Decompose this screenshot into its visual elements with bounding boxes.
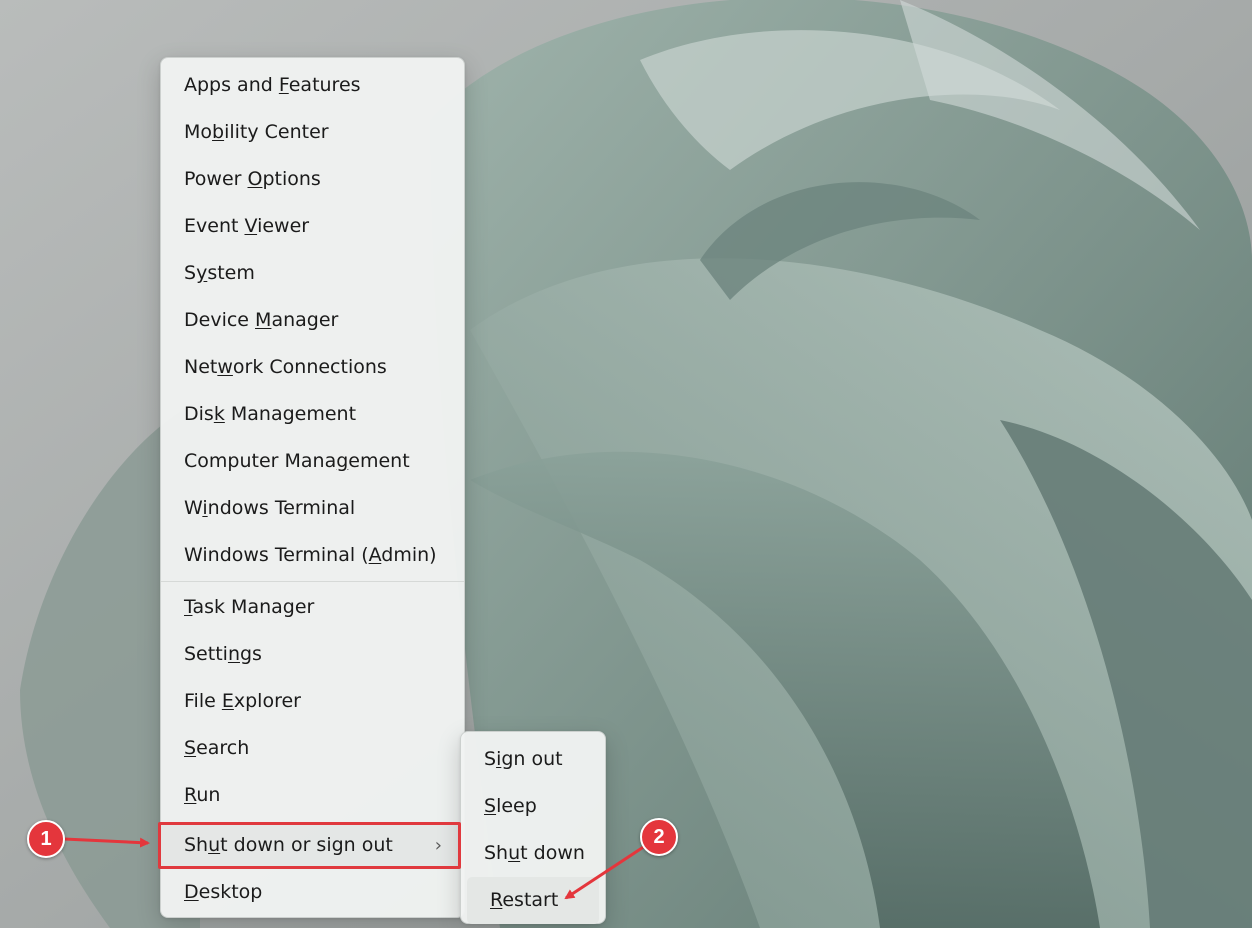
label-part: S bbox=[184, 262, 197, 284]
label-part: Device bbox=[184, 309, 256, 331]
label-part: gn out bbox=[501, 748, 563, 770]
menu-item-device-manager[interactable]: Device Manager bbox=[161, 297, 464, 344]
label-part: dmin) bbox=[381, 544, 437, 566]
menu-item-run[interactable]: Run bbox=[161, 772, 464, 819]
chevron-right-icon: › bbox=[434, 835, 442, 856]
label-part: Event bbox=[184, 215, 245, 237]
menu-item-system[interactable]: System bbox=[161, 250, 464, 297]
access-key: u bbox=[508, 842, 521, 864]
menu-item-network-connections[interactable]: Network Connections bbox=[161, 344, 464, 391]
menu-item-power-options[interactable]: Power Options bbox=[161, 156, 464, 203]
menu-item-windows-terminal-admin[interactable]: Windows Terminal (Admin) bbox=[161, 532, 464, 579]
label-part: earch bbox=[196, 737, 250, 759]
access-key: O bbox=[247, 168, 263, 190]
menu-separator bbox=[161, 581, 464, 582]
label-part: ement bbox=[348, 450, 410, 472]
label-part: iewer bbox=[257, 215, 310, 237]
label-part: Apps and bbox=[184, 74, 279, 96]
label-part: Mo bbox=[184, 121, 213, 143]
label-part: W bbox=[184, 497, 203, 519]
submenu-item-restart[interactable]: Restart bbox=[467, 877, 599, 924]
label-part: ask Manager bbox=[192, 596, 315, 618]
label-part: Management bbox=[224, 403, 357, 425]
access-key: M bbox=[255, 309, 272, 331]
menu-item-windows-terminal[interactable]: Windows Terminal bbox=[161, 485, 464, 532]
label-part: Computer Mana bbox=[184, 450, 337, 472]
access-key: F bbox=[278, 74, 289, 96]
menu-item-settings[interactable]: Settings bbox=[161, 631, 464, 678]
label-part: ility Center bbox=[224, 121, 329, 143]
label-part: estart bbox=[502, 889, 559, 911]
label-part: ndows Terminal bbox=[207, 497, 356, 519]
label-part: Setti bbox=[184, 643, 228, 665]
label-part: xplorer bbox=[233, 690, 301, 712]
shutdown-submenu: Sign out Sleep Shut down Restart bbox=[460, 731, 606, 924]
access-key: S bbox=[484, 795, 497, 817]
menu-item-mobility-center[interactable]: Mobility Center bbox=[161, 109, 464, 156]
label-part: File bbox=[184, 690, 222, 712]
label-part: t down bbox=[520, 842, 585, 864]
submenu-item-sign-out[interactable]: Sign out bbox=[461, 736, 605, 783]
menu-item-file-explorer[interactable]: File Explorer bbox=[161, 678, 464, 725]
label-part: anager bbox=[271, 309, 339, 331]
access-key: D bbox=[184, 881, 199, 903]
access-key: R bbox=[184, 784, 197, 806]
annotation-badge-1: 1 bbox=[27, 820, 65, 858]
access-key: n bbox=[227, 643, 240, 665]
label-part: t down or sign out bbox=[220, 834, 393, 856]
access-key: S bbox=[184, 737, 197, 759]
label-part: eatures bbox=[288, 74, 361, 96]
winx-context-menu: Apps and Features Mobility Center Power … bbox=[160, 57, 465, 918]
access-key: R bbox=[490, 889, 503, 911]
label-part: gs bbox=[239, 643, 262, 665]
menu-item-event-viewer[interactable]: Event Viewer bbox=[161, 203, 464, 250]
label-part: Power bbox=[184, 168, 248, 190]
access-key: b bbox=[212, 121, 225, 143]
access-key: y bbox=[196, 262, 208, 284]
label-part: Sh bbox=[484, 842, 509, 864]
label-part: stem bbox=[207, 262, 255, 284]
access-key: g bbox=[336, 450, 349, 472]
access-key: k bbox=[213, 403, 225, 425]
label-part: Dis bbox=[184, 403, 214, 425]
label-part: leep bbox=[496, 795, 537, 817]
access-key: w bbox=[217, 356, 233, 378]
menu-item-search[interactable]: Search bbox=[161, 725, 464, 772]
menu-item-computer-management[interactable]: Computer Management bbox=[161, 438, 464, 485]
label-part: ptions bbox=[262, 168, 321, 190]
label-part: Net bbox=[184, 356, 218, 378]
label-part: esktop bbox=[198, 881, 263, 903]
menu-item-shut-down-or-sign-out[interactable]: Shut down or sign out › bbox=[161, 822, 464, 869]
access-key: E bbox=[221, 690, 234, 712]
menu-item-task-manager[interactable]: Task Manager bbox=[161, 584, 464, 631]
annotation-badge-2: 2 bbox=[640, 818, 678, 856]
access-key: A bbox=[368, 544, 382, 566]
label-part: ork Connections bbox=[232, 356, 387, 378]
submenu-item-sleep[interactable]: Sleep bbox=[461, 783, 605, 830]
menu-item-disk-management[interactable]: Disk Management bbox=[161, 391, 464, 438]
label-part: Sh bbox=[184, 834, 209, 856]
label-part: Windows Terminal ( bbox=[184, 544, 369, 566]
label-part: S bbox=[484, 748, 497, 770]
menu-item-desktop[interactable]: Desktop bbox=[161, 869, 464, 916]
submenu-item-shut-down[interactable]: Shut down bbox=[461, 830, 605, 877]
access-key: V bbox=[244, 215, 258, 237]
label-part: un bbox=[196, 784, 221, 806]
access-key: u bbox=[208, 834, 221, 856]
menu-item-apps-and-features[interactable]: Apps and Features bbox=[161, 62, 464, 109]
